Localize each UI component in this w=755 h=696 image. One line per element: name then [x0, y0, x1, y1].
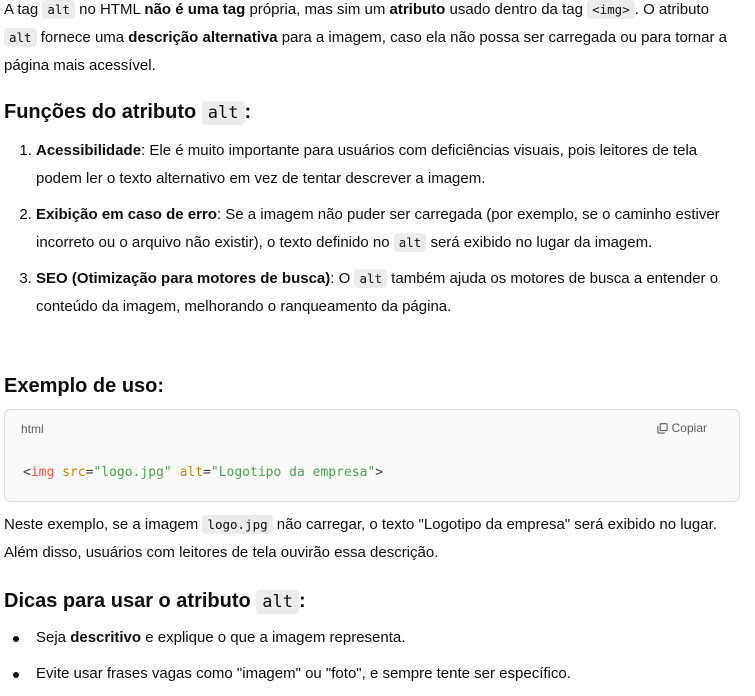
code-language-label: html [21, 422, 44, 436]
inline-code: alt [42, 0, 75, 19]
inline-code: alt [256, 590, 300, 614]
intro-text: . O atributo [634, 1, 709, 18]
inline-code: alt [201, 101, 245, 125]
item-text: Seja [36, 629, 71, 646]
code-token: "Logotipo da empresa" [210, 465, 376, 480]
intro-bold: atributo [389, 1, 446, 18]
code-token: img [30, 465, 55, 480]
functions-list: Acessibilidade: Ele é muito importante p… [4, 137, 744, 329]
intro-paragraph: A tag alt no HTML não é uma tag própria,… [4, 0, 744, 80]
section-heading-tips: Dicas para usar o atributo alt: [4, 587, 306, 616]
inline-code: alt [354, 269, 388, 288]
intro-text: A tag [4, 1, 43, 18]
item-bold: descritivo [70, 629, 142, 646]
heading-text: Funções do atributo [4, 101, 202, 123]
intro-text: no HTML [74, 1, 145, 18]
code-token: src [62, 465, 86, 480]
inline-code: logo.jpg [202, 515, 273, 534]
intro-text: fornece uma [36, 29, 129, 46]
list-item: Evite usar frases vagas como "imagem" ou… [13, 660, 744, 688]
list-item: SEO (Otimização para motores de busca): … [36, 265, 744, 321]
inline-code: <img> [587, 0, 635, 19]
code-token: > [375, 465, 384, 480]
list-item: Acessibilidade: Ele é muito importante p… [36, 137, 744, 193]
example-explanation: Neste exemplo, se a imagem logo.jpg não … [4, 511, 744, 567]
tips-list: Seja descritivo e explique o que a image… [4, 624, 744, 696]
heading-text: : [244, 101, 252, 123]
heading-text: Dicas para usar o atributo [4, 590, 257, 612]
item-text: será exibido no lugar da imagem. [426, 234, 653, 251]
code-token: "logo.jpg" [93, 465, 172, 480]
list-item: Exibição em caso de erro: Se a imagem nã… [36, 201, 744, 257]
section-heading-functions: Funções do atributo alt: [4, 98, 251, 127]
intro-text: própria, mas sim um [245, 1, 390, 18]
copy-label: Copiar [671, 421, 707, 435]
section-heading-example: Exemplo de uso: [4, 375, 165, 397]
code-block: html Copiar <img src="logo.jpg" alt="Log… [4, 409, 740, 502]
inline-code: alt [393, 233, 427, 252]
chat-response: A tag alt no HTML não é uma tag própria,… [0, 0, 755, 689]
copy-button[interactable]: Copiar [657, 421, 707, 435]
inline-code: alt [4, 28, 37, 47]
paragraph-text: Neste exemplo, se a imagem [4, 516, 203, 533]
item-title: Exibição em caso de erro [36, 206, 217, 223]
item-title: Acessibilidade [36, 142, 142, 159]
intro-text: usado dentro da tag [445, 1, 588, 18]
intro-bold: não é uma tag [144, 1, 246, 18]
code-token: alt [179, 465, 204, 480]
list-item: Seja descritivo e explique o que a image… [13, 624, 744, 652]
item-title: SEO (Otimização para motores de busca) [36, 270, 331, 287]
item-text: Evite usar frases vagas como "imagem" ou… [36, 665, 571, 682]
item-text: : O [330, 270, 355, 287]
item-text: e explique o que a imagem representa. [141, 629, 406, 646]
intro-bold: descrição alternativa [128, 29, 278, 46]
copy-icon [657, 422, 668, 434]
code-token: = [203, 465, 211, 480]
code-token: < [23, 465, 31, 480]
heading-text: : [299, 590, 306, 612]
code-line: <img src="logo.jpg" alt="Logotipo da emp… [23, 465, 383, 480]
